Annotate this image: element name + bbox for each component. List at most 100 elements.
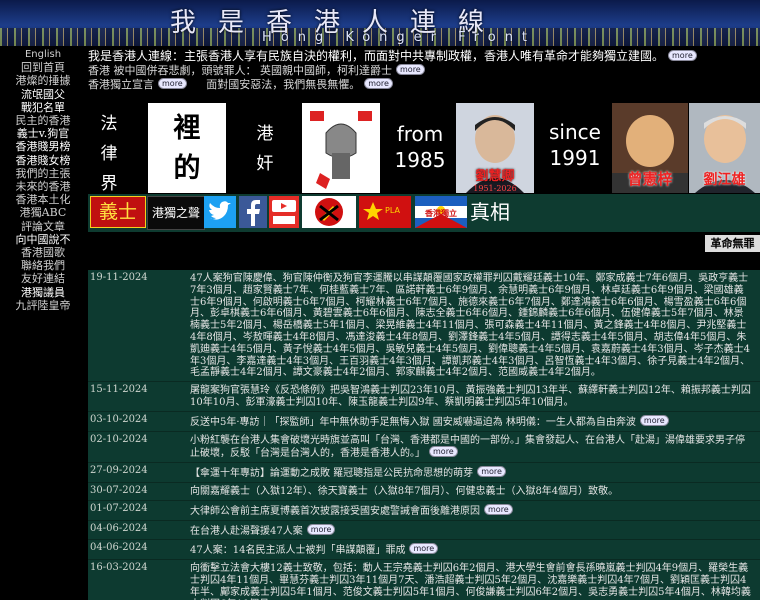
sidebar-item[interactable]: 流氓國父 [0,88,86,101]
sidebar-item[interactable]: 義士v.狗官 [0,127,86,140]
declaration-link[interactable]: 香港獨立宣言 [88,78,154,91]
more-button[interactable]: more [396,64,425,75]
news-row: 02-10-2024 小粉紅襲在台港人集會破壞光時旗並高叫「台灣、香港都是中國的一… [88,432,760,464]
hk-flag-button[interactable]: 香港獨立 [415,196,467,228]
twitter-icon [209,201,231,220]
white-label-box: 裡 的 [148,103,226,193]
news-headline[interactable]: 47人案狗官陳慶偉、狗官陳仲衡及狗官李運騰以串謀顛覆國家政權罪判囚戴耀廷義士10… [190,273,750,378]
vertical-label-traitor: 港 奸 [256,124,274,174]
news-text[interactable]: 向關嘉耀義士（入獄12年）、徐天寶義士（入獄8年7個月）、何健忠義士（入獄8年4… [190,484,760,500]
more-button[interactable]: more [429,446,458,458]
sidebar-item[interactable]: 聯絡我們 [0,259,86,272]
news-text[interactable]: 小粉紅襲在台港人集會破壞光時旗並高叫「台灣、香港都是中國的一部份。」集會發起人、… [190,433,760,463]
news-row: 19-11-2024 47人案狗官陳慶偉、狗官陳仲衡及狗官李運騰以串謀顛覆國家政權… [88,270,760,383]
news-text[interactable]: 47人案：14名民主派人士被判「串謀顛覆」罪成 more [190,541,760,559]
sidebar-nav: English 回到首頁 港燦的捶據 流氓國父 戰犯名單 民主的香港 義士v.狗官 香港賤男榜… [0,48,86,312]
sidebar-item[interactable]: 友好連結 [0,272,86,285]
news-date: 04-06-2024 [90,522,148,534]
anti-pla-button[interactable]: PLA [359,196,411,228]
more-button[interactable]: more [477,466,506,478]
more-button[interactable]: more [158,78,187,89]
news-text[interactable]: 向衝擊立法會大樓12義士致敬，包括：動人王宗堯義士判囚6年2個月、港大學生會前會… [190,561,760,600]
mission-statement: 我是香港人連線：主張香港人享有民族自決的權利，而面對中共專制政權，香港人唯有革命… [88,48,758,64]
news-headline[interactable]: 47人案：14名民主派人士被判「串謀顛覆」罪成 [190,545,405,556]
site-subtitle: Hong Konger Front [262,30,537,45]
declaration-line: 香港獨立宣言 more 面對國安惡法，我們無畏無懼。 more [88,78,758,92]
youtube-button[interactable] [269,196,299,228]
more-button[interactable]: more [484,503,513,515]
news-date: 04-06-2024 [90,542,148,554]
news-headline[interactable]: 向關嘉耀義士（入獄12年）、徐天寶義士（入獄8年7個月）、何健忠義士（入獄8年4… [190,486,618,497]
news-row: 03-10-2024 反送中5年·專訪｜「探監師」年中無休助手足無悔入獄 國安威嚇… [88,412,760,432]
header-text: 我是香港人連線：主張香港人享有民族自決的權利，而面對中共專制政權，香港人唯有革命… [88,48,758,92]
twitter-button[interactable] [204,196,236,228]
sidebar-item[interactable]: 向中國說不 [0,233,86,246]
sidebar-item[interactable]: 戰犯名單 [0,101,86,114]
portrait-image-3[interactable]: 劉江雄 [689,103,760,193]
portrait-image-1[interactable]: 劉慧卿 1951-2026 [456,103,534,193]
news-row: 01-07-2024 大律師公會前主席夏博義首次披露接受國安處警誡會面後離港原因 m… [88,501,760,521]
protest-poster-image[interactable] [302,103,380,193]
sidebar-item[interactable]: 港獨議員 [0,286,86,299]
news-row: 04-06-2024 47人案：14名民主派人士被判「串謀顛覆」罪成 more [88,540,760,561]
sidebar-item[interactable]: English [0,48,86,61]
facebook-button[interactable] [239,196,267,228]
more-button[interactable]: more [409,543,439,555]
news-headline[interactable]: 反送中5年·專訪｜「探監師」年中無休助手足無悔入獄 國安威嚇逼迫為 林明儀：一生… [190,417,636,428]
news-text[interactable]: 47人案狗官陳慶偉、狗官陳仲衡及狗官李運騰以串謀顛覆國家政權罪判囚戴耀廷義士10… [190,271,760,381]
news-text[interactable]: 在台港人赴湯聲援47人案 more [190,522,760,540]
more-button[interactable]: more [668,50,697,61]
news-headline[interactable]: 小粉紅襲在台港人集會破壞光時旗並高叫「台灣、香港都是中國的一部份。」集會發起人、… [190,435,745,460]
sidebar-item[interactable]: 未來的香港 [0,180,86,193]
more-button[interactable]: more [364,78,393,89]
anti-communist-button[interactable] [302,196,356,228]
news-text[interactable]: 反送中5年·專訪｜「探監師」年中無休助手足無悔入獄 國安威嚇逼迫為 林明儀：一生… [190,413,760,431]
news-date: 01-07-2024 [90,502,148,514]
news-headline[interactable]: 屠龍案狗官張慧玲《反恐條例》把吳智鴻義士判囚23年10月、黃振強義士判囚13年半… [190,385,751,408]
news-date: 30-07-2024 [90,484,148,496]
culprit-line: 香港 被中國併吞悲劇，頭號罪人： 英國親中國師，柯利達爵士 more [88,64,758,78]
news-row: 16-03-2024 向衝擊立法會大樓12義士致敬，包括：動人王宗堯義士判囚6年2… [88,560,760,600]
youtube-icon [269,196,299,228]
truth-link-button[interactable]: 真相 [470,196,510,228]
more-button[interactable]: more [639,414,669,426]
sidebar-item[interactable]: 我們的主張 [0,167,86,180]
hk-independence-voice-button[interactable]: 港獨之聲 [147,196,205,230]
sidebar-item[interactable]: 香港賤女榜 [0,154,86,167]
news-date: 02-10-2024 [90,433,148,445]
sidebar-item[interactable]: 港獨ABC [0,206,86,219]
culprit-link[interactable]: 英國親中國師，柯利達爵士 [260,64,392,77]
news-headline[interactable]: 【傘運十年專訪】論運動之成敗 羅冠聰指是公民抗命思想的萌芽 [190,468,473,479]
news-text[interactable]: 【傘運十年專訪】論運動之成敗 羅冠聰指是公民抗命思想的萌芽 more [190,464,760,482]
news-list: 19-11-2024 47人案狗官陳慶偉、狗官陳仲衡及狗官李運騰以串謀顛覆國家政權… [88,270,760,600]
news-text[interactable]: 屠龍案狗官張慧玲《反恐條例》把吳智鴻義士判囚23年10月、黃振強義士判囚13年半… [190,383,760,411]
more-button[interactable]: more [306,523,336,535]
news-text[interactable]: 大律師公會前主席夏博義首次披露接受國安處警誡會面後離港原因 more [190,502,760,520]
sidebar-item[interactable]: 民主的香港 [0,114,86,127]
facebook-icon [247,200,260,226]
news-row: 15-11-2024 屠龍案狗官張慧玲《反恐條例》把吳智鴻義士判囚23年10月、黃… [88,382,760,412]
sidebar-item[interactable]: 香港賤男榜 [0,140,86,153]
revolution-tag: 革命無罪 [705,235,760,252]
from-label: from 1985 [394,122,446,172]
sidebar-item[interactable]: 香港國歌 [0,246,86,259]
vertical-label-legal: 法 律 界 [100,114,118,194]
site-banner: 我是香港人連線 Hong Konger Front [0,0,760,46]
news-headline[interactable]: 向衝擊立法會大樓12義士致敬，包括：動人王宗堯義士判囚6年2個月、港大學生會前會… [190,563,751,600]
news-date: 16-03-2024 [90,562,148,574]
news-row: 30-07-2024 向關嘉耀義士（入獄12年）、徐天寶義士（入獄8年7個月）、何… [88,483,760,501]
news-headline[interactable]: 在台港人赴湯聲援47人案 [190,526,303,537]
news-headline[interactable]: 大律師公會前主席夏博義首次披露接受國安處警誡會面後離港原因 [190,506,480,517]
traitor-banner-row: 法 律 界 裡 的 港 奸 from 1985 劉慧卿 1951-2026 si… [88,103,760,194]
news-date: 03-10-2024 [90,413,148,425]
sidebar-item[interactable]: 回到首頁 [0,61,86,74]
sidebar-item[interactable]: 香港本土化 [0,193,86,206]
news-date: 27-09-2024 [90,465,148,477]
yishi-link-button[interactable]: 義士 [90,196,146,228]
sidebar-item[interactable]: 港燦的捶據 [0,74,86,87]
sidebar-item[interactable]: 九評陸皇帝 [0,299,86,312]
portrait-image-2[interactable]: 曾憲梓 [612,103,688,193]
news-date: 19-11-2024 [90,272,148,283]
sidebar-item[interactable]: 評論文章 [0,220,86,233]
news-row: 04-06-2024 在台港人赴湯聲援47人案 more [88,521,760,541]
